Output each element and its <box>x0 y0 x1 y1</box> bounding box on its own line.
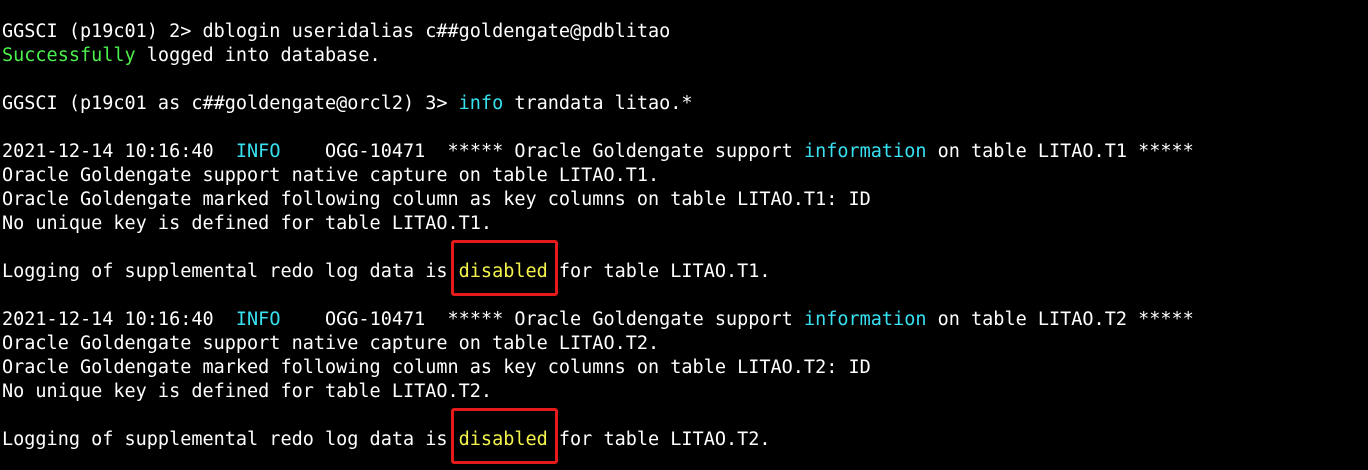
logging-prefix: Logging of supplemental redo log data is <box>2 261 459 282</box>
logging-status-line: Logging of supplemental redo log data is… <box>0 408 1368 464</box>
log-line: No unique key is defined for table LITAO… <box>2 381 493 402</box>
log-header-line: 2021-12-14 10:16:40 INFO OGG-10471 *****… <box>0 308 1368 332</box>
log-line: Oracle Goldengate support native capture… <box>2 333 660 354</box>
information-word: information <box>803 141 927 162</box>
log-line: Oracle Goldengate marked following colum… <box>2 189 871 210</box>
disabled-status-highlight: disabled <box>450 408 558 464</box>
log-line: Oracle Goldengate marked following colum… <box>2 357 871 378</box>
command-text: dblogin useridalias c##goldengate@pdblit… <box>202 21 671 42</box>
log-level: INFO <box>235 141 281 162</box>
logging-prefix: Logging of supplemental redo log data is <box>2 429 459 450</box>
log-level: INFO <box>235 309 281 330</box>
login-result-text: logged into database. <box>135 45 381 66</box>
log-message: OGG-10471 ***** Oracle Goldengate suppor… <box>280 309 804 330</box>
logging-suffix: for table LITAO.T1. <box>547 261 771 282</box>
log-message-tail: on table LITAO.T1 ***** <box>926 141 1194 162</box>
logging-suffix: for table LITAO.T2. <box>547 429 771 450</box>
log-header-line: 2021-12-14 10:16:40 INFO OGG-10471 *****… <box>0 140 1368 164</box>
log-message-tail: on table LITAO.T2 ***** <box>926 309 1194 330</box>
terminal-window[interactable]: GGSCI (p19c01) 2> dblogin useridalias c#… <box>0 0 1368 470</box>
logging-status-line: Logging of supplemental redo log data is… <box>0 240 1368 296</box>
success-word: Successfully <box>2 45 136 66</box>
ggsci-prompt: GGSCI (p19c01) 2> <box>2 21 203 42</box>
information-word: information <box>803 309 927 330</box>
ggsci-prompt: GGSCI (p19c01 as c##goldengate@orcl2) 3> <box>2 93 459 114</box>
login-result-line: Successfully logged into database. <box>0 44 1368 68</box>
log-line: No unique key is defined for table LITAO… <box>2 213 493 234</box>
log-timestamp: 2021-12-14 10:16:40 <box>2 309 236 330</box>
log-message: OGG-10471 ***** Oracle Goldengate suppor… <box>280 141 804 162</box>
command-args: trandata litao.* <box>503 93 693 114</box>
command-line-dblogin: GGSCI (p19c01) 2> dblogin useridalias c#… <box>0 20 1368 44</box>
info-keyword: info <box>458 93 504 114</box>
log-timestamp: 2021-12-14 10:16:40 <box>2 141 236 162</box>
command-line-info-trandata: GGSCI (p19c01 as c##goldengate@orcl2) 3>… <box>0 92 1368 116</box>
disabled-status-highlight: disabled <box>450 240 558 296</box>
log-line: Oracle Goldengate support native capture… <box>2 165 660 186</box>
